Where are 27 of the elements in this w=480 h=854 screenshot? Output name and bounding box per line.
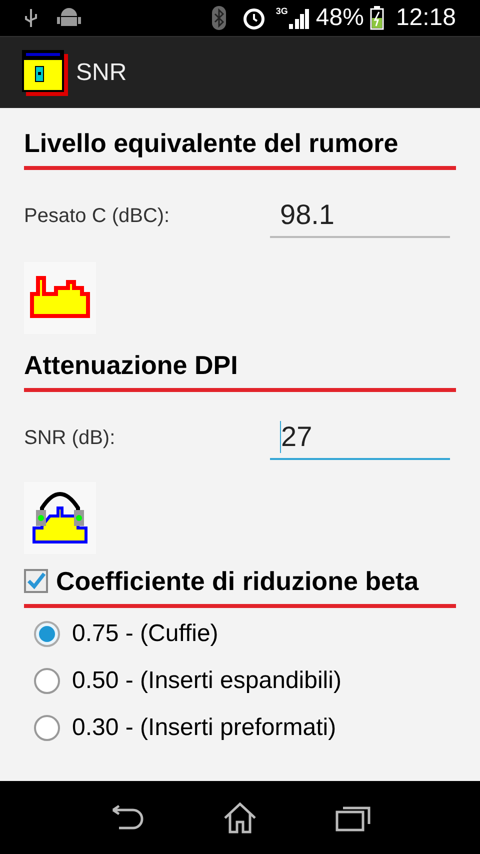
input-field[interactable]: 27 bbox=[270, 416, 450, 460]
signal-icon bbox=[288, 7, 310, 29]
home-icon[interactable] bbox=[222, 802, 258, 834]
field-label: SNR (dB): bbox=[24, 426, 116, 451]
app-title: SNR bbox=[76, 58, 127, 88]
usb-icon bbox=[24, 7, 38, 29]
alarm-clock-icon bbox=[242, 6, 266, 30]
radio-button[interactable] bbox=[34, 714, 60, 740]
battery-icon bbox=[370, 6, 384, 30]
headphones-icon bbox=[24, 482, 96, 554]
section-heading: Livello equivalente del rumore bbox=[24, 127, 398, 160]
checkbox[interactable] bbox=[24, 569, 48, 593]
option-label: 0.75 - (Cuffie) bbox=[72, 618, 218, 648]
input-field[interactable]: 98.1 bbox=[270, 194, 450, 238]
section-heading: Attenuazione DPI bbox=[24, 349, 238, 382]
radio-button[interactable] bbox=[34, 668, 60, 694]
sound-level-icon bbox=[24, 262, 96, 334]
section-heading: Coefficiente di riduzione beta bbox=[56, 565, 419, 598]
option-label: 0.30 - (Inserti preformati) bbox=[72, 712, 336, 742]
network-type: 3G bbox=[276, 7, 288, 16]
clock-time: 12:18 bbox=[396, 6, 456, 30]
radio-button[interactable] bbox=[34, 620, 60, 646]
battery-percent: 48% bbox=[316, 6, 364, 30]
field-label: Pesato C (dBC): bbox=[24, 204, 170, 229]
option-label: 0.50 - (Inserti espandibili) bbox=[72, 666, 342, 696]
app-logo-icon bbox=[22, 50, 68, 96]
bluetooth-icon bbox=[212, 6, 226, 30]
